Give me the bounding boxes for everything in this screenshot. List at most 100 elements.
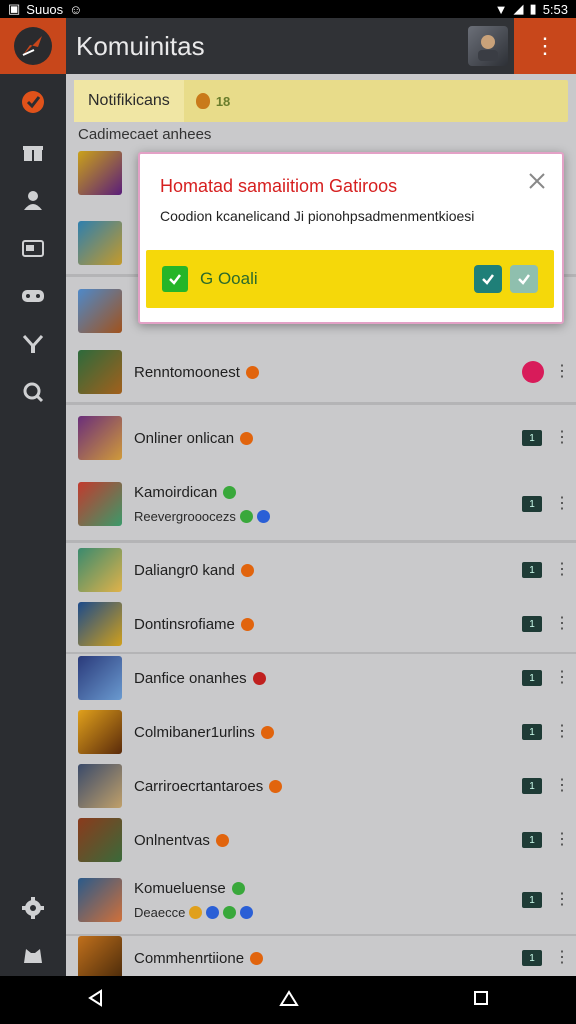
check-icon — [518, 274, 530, 285]
sidebar-item-battle[interactable] — [0, 322, 66, 366]
kebab-icon[interactable]: ⋮ — [554, 832, 570, 848]
kebab-icon[interactable]: ⋮ — [554, 430, 570, 446]
close-button[interactable] — [526, 170, 548, 192]
close-icon — [529, 173, 545, 189]
kebab-icon: ⋮ — [534, 33, 556, 58]
item-subtitle: Deaecce — [134, 905, 186, 920]
count-badge: 1 — [522, 616, 542, 632]
signal-icon: ◢ — [513, 1, 524, 16]
item-name: Colmibaner1urlins — [134, 723, 255, 741]
list-item[interactable]: Renntomoonest ⋮ — [74, 348, 570, 396]
back-button[interactable] — [86, 988, 106, 1013]
list-item[interactable]: Commhenrtiione 1 ⋮ — [74, 936, 570, 976]
kebab-icon[interactable]: ⋮ — [554, 562, 570, 578]
kebab-icon[interactable]: ⋮ — [554, 892, 570, 908]
item-name: Daliangr0 kand — [134, 561, 235, 579]
sidebar-item-settings[interactable] — [0, 886, 66, 930]
swords-icon — [22, 334, 44, 353]
status-dot — [240, 617, 254, 631]
game-thumbnail — [78, 656, 122, 700]
secondary-accept-button[interactable] — [510, 265, 538, 293]
kebab-icon[interactable]: ⋮ — [554, 950, 570, 966]
game-thumbnail — [78, 764, 122, 808]
check-circle-icon — [22, 91, 44, 113]
cat-icon — [24, 949, 42, 963]
sidebar-item-gifts[interactable] — [0, 130, 66, 174]
kebab-icon[interactable]: ⋮ — [554, 670, 570, 686]
sidebar-item-home[interactable] — [0, 80, 66, 124]
status-dot — [269, 779, 283, 793]
check-icon — [482, 274, 494, 285]
notification-count: 18 — [195, 93, 231, 109]
sidebar-item-search[interactable] — [0, 370, 66, 414]
status-time: 5:53 — [542, 1, 568, 17]
list-item[interactable]: Komueluense Deaecce 1 ⋮ — [74, 872, 570, 928]
app-logo-icon — [14, 27, 52, 65]
game-thumbnail — [78, 878, 122, 922]
count-badge: 1 — [522, 778, 542, 794]
dialog-title: Homatad samaiitiom Gatiroos — [160, 176, 398, 196]
tab-notifications-label: Notifikicans — [88, 92, 170, 109]
kebab-icon[interactable]: ⋮ — [554, 496, 570, 512]
status-dot — [260, 725, 274, 739]
sidebar-item-games[interactable] — [0, 274, 66, 318]
tab-notifications[interactable]: Notifikicans — [74, 80, 184, 122]
status-dot — [245, 365, 259, 379]
sidebar-item-profile[interactable] — [0, 178, 66, 222]
list-item[interactable]: Onlnentvas 1 ⋮ — [74, 816, 570, 864]
list-item[interactable]: Colmibaner1urlins 1 ⋮ — [74, 708, 570, 756]
gift-icon — [23, 146, 43, 161]
settings-icon — [22, 897, 44, 919]
kebab-icon[interactable]: ⋮ — [554, 778, 570, 794]
app-bar: Komuinitas ⋮ — [0, 18, 576, 74]
status-dot — [250, 951, 264, 965]
online-dot — [240, 906, 254, 919]
kebab-icon[interactable]: ⋮ — [554, 616, 570, 632]
accept-button[interactable] — [474, 265, 502, 293]
online-dot — [239, 510, 253, 523]
list-item[interactable]: Dontinsrofiame 1 ⋮ — [74, 600, 570, 648]
game-thumbnail — [78, 482, 122, 526]
overflow-menu-button[interactable]: ⋮ — [514, 18, 576, 74]
recents-button[interactable] — [472, 989, 490, 1012]
notification-count-value: 18 — [215, 93, 231, 109]
avatar[interactable] — [468, 26, 508, 66]
recents-icon — [473, 990, 488, 1005]
count-badge: 1 — [522, 724, 542, 740]
game-thumbnail — [78, 221, 122, 265]
list-item[interactable]: Daliangr0 kand 1 ⋮ — [74, 546, 570, 594]
kebab-icon[interactable]: ⋮ — [554, 364, 570, 380]
card-icon — [22, 240, 44, 257]
list-item[interactable]: Kamoirdican Reevergrooocezs 1 ⋮ — [74, 476, 570, 532]
count-badge: 1 — [522, 892, 542, 908]
sidebar-item-pets[interactable] — [0, 932, 66, 976]
status-left-text: Suuos — [26, 1, 64, 17]
confirm-checkbox[interactable] — [162, 266, 188, 292]
online-dot — [189, 906, 203, 919]
list-item[interactable]: Carriroecrtantaroes 1 ⋮ — [74, 762, 570, 810]
sidebar-item-cards[interactable] — [0, 226, 66, 270]
online-dot — [256, 510, 270, 523]
list-item[interactable]: Onliner onlican 1 ⋮ — [74, 414, 570, 462]
page-title: Komuinitas — [76, 30, 205, 61]
count-badge: 1 — [522, 496, 542, 512]
coin-icon — [195, 93, 210, 109]
list-item[interactable]: Danfice onanhes 1 ⋮ — [74, 654, 570, 702]
toggle-button[interactable] — [522, 361, 544, 383]
status-dot — [240, 431, 254, 445]
item-name: Renntomoonest — [134, 363, 240, 381]
game-thumbnail — [78, 710, 122, 754]
battery-icon: ▮ — [529, 1, 537, 16]
home-button[interactable] — [279, 988, 299, 1013]
notification-bar: Notifikicans 18 — [74, 80, 568, 122]
item-name: Danfice onanhes — [134, 669, 247, 687]
app-logo-button[interactable] — [0, 18, 66, 74]
kebab-icon[interactable]: ⋮ — [554, 724, 570, 740]
item-name: Komueluense — [134, 880, 226, 897]
sim-icon: ▣ — [8, 1, 21, 16]
item-name: Kamoirdican — [134, 484, 218, 501]
sidebar — [0, 74, 66, 976]
game-thumbnail — [78, 602, 122, 646]
dialog-action-bar: G Ooali — [146, 250, 554, 308]
divider — [66, 402, 576, 405]
